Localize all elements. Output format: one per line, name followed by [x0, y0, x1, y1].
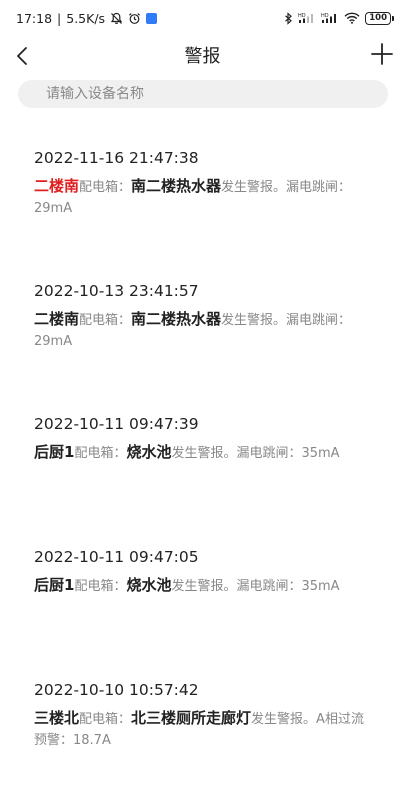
wifi-icon — [344, 12, 360, 24]
plus-icon — [371, 43, 393, 65]
alert-body: 二楼南配电箱：南二楼热水器发生警报。漏电跳闸：29mA — [34, 176, 374, 219]
alert-body: 后厨1配电箱：烧水池发生警报。漏电跳闸：35mA — [34, 442, 374, 464]
status-time: 17:18 — [16, 10, 53, 26]
alert-room: 后厨1 — [34, 443, 75, 461]
alert-item[interactable]: 2022-11-16 21:47:38 二楼南配电箱：南二楼热水器发生警报。漏电跳… — [34, 140, 374, 273]
status-bar-right: HD HD 100 — [284, 11, 394, 25]
page-title: 警报 — [184, 46, 221, 67]
status-bar: 17:18 | 5.5K/s HD HD 100 — [0, 0, 405, 36]
alert-time: 2022-10-13 23:41:57 — [34, 282, 199, 300]
alert-body: 二楼南配电箱：南二楼热水器发生警报。漏电跳闸：29mA — [34, 309, 374, 352]
alert-box-label: 配电箱： — [74, 579, 127, 594]
mute-bell-icon — [110, 12, 123, 25]
alert-room: 三楼北 — [34, 709, 80, 727]
alert-box-label: 配电箱： — [79, 313, 132, 328]
status-bar-left: 17:18 | 5.5K/s — [16, 10, 158, 26]
alert-item[interactable]: 2022-10-11 09:47:05 后厨1配电箱：烧水池发生警报。漏电跳闸：3… — [34, 539, 374, 672]
alert-body: 后厨1配电箱：烧水池发生警报。漏电跳闸：35mA — [34, 575, 374, 597]
alarm-clock-icon — [128, 12, 141, 25]
alert-room: 二楼南 — [34, 310, 80, 328]
alert-device: 南二楼热水器 — [131, 310, 222, 328]
alert-list: 2022-11-16 21:47:38 二楼南配电箱：南二楼热水器发生警报。漏电跳… — [34, 140, 374, 805]
alert-box-label: 配电箱： — [79, 180, 132, 195]
battery-icon: 100 — [365, 11, 394, 25]
status-separator: | — [57, 10, 62, 26]
network-speed: 5.5K/s — [66, 10, 106, 26]
app-badge-icon — [146, 12, 158, 24]
alert-message: 发生警报。漏电跳闸：35mA — [171, 446, 340, 461]
alert-time: 2022-10-11 09:47:05 — [34, 548, 199, 566]
alert-item[interactable]: 2022-10-10 10:57:42 三楼北配电箱：北三楼厕所走廊灯发生警报。A… — [34, 672, 374, 805]
nav-bar: 警报 — [0, 36, 405, 74]
svg-text:HD: HD — [298, 13, 306, 19]
alert-device: 北三楼厕所走廊灯 — [131, 709, 252, 727]
alert-message: 发生警报。漏电跳闸：35mA — [171, 579, 340, 594]
add-button[interactable] — [369, 41, 395, 67]
alert-body: 三楼北配电箱：北三楼厕所走廊灯发生警报。A相过流预警：18.7A — [34, 708, 374, 751]
alert-time: 2022-10-10 10:57:42 — [34, 681, 199, 699]
signal-hd-icon: HD — [298, 12, 316, 24]
alert-time: 2022-11-16 21:47:38 — [34, 149, 199, 167]
alert-item[interactable]: 2022-10-11 09:47:39 后厨1配电箱：烧水池发生警报。漏电跳闸：3… — [34, 406, 374, 539]
alert-time: 2022-10-11 09:47:39 — [34, 415, 199, 433]
alert-device: 烧水池 — [126, 443, 172, 461]
alert-item[interactable]: 2022-10-13 23:41:57 二楼南配电箱：南二楼热水器发生警报。漏电跳… — [34, 273, 374, 406]
bluetooth-icon — [284, 11, 293, 25]
search-input[interactable] — [18, 80, 388, 108]
alert-device: 烧水池 — [126, 576, 172, 594]
alert-room: 后厨1 — [34, 576, 75, 594]
svg-text:HD: HD — [321, 13, 329, 19]
signal-hd-icon: HD — [321, 12, 339, 24]
alert-box-label: 配电箱： — [74, 446, 127, 461]
alert-room: 二楼南 — [34, 177, 80, 195]
alert-device: 南二楼热水器 — [131, 177, 222, 195]
